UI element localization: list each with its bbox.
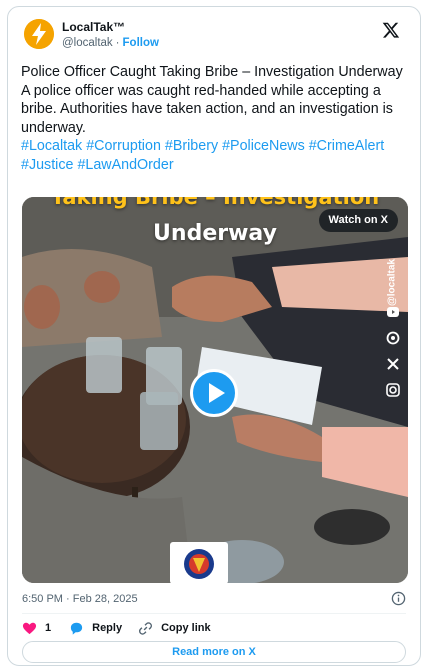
avatar[interactable] [24,19,54,49]
link-icon [139,621,153,635]
x-logo-icon[interactable] [382,21,400,39]
like-button[interactable]: 1 [22,621,51,636]
video-overlay-top: Taking Bribe – Investigation [22,197,408,209]
video-media[interactable]: Taking Bribe – Investigation Underway Wa… [22,197,408,583]
handle-line: @localtak · Follow [62,35,159,52]
hashtags: #Localtak #Corruption #Bribery #PoliceNe… [21,137,411,174]
divider [22,613,406,614]
youtube-icon [386,305,400,319]
display-name[interactable]: LocalTak™ [62,20,159,35]
action-bar: 1 Reply Copy link [22,619,211,637]
timestamp[interactable]: 6:50 PM · Feb 28, 2025 [22,593,138,605]
lightning-bolt-icon [24,19,54,49]
copy-link-label: Copy link [161,622,211,634]
hashtag-link[interactable]: #LawAndOrder [77,157,173,173]
hashtag-link[interactable]: #Bribery [165,138,218,154]
tweet-text: Police Officer Caught Taking Bribe – Inv… [21,63,411,174]
read-more-button[interactable]: Read more on X [22,641,406,663]
hashtag-link[interactable]: #Justice [21,157,73,173]
info-icon[interactable] [391,591,406,606]
instagram-icon [386,383,400,397]
tweet-embed-card: LocalTak™ @localtak · Follow Police Office… [7,6,421,666]
hashtag-link[interactable]: #Corruption [86,138,161,154]
police-emblem-logo [170,542,228,583]
tweet-header: LocalTak™ @localtak · Follow [24,17,408,57]
tweet-body: A police officer was caught red-handed w… [21,82,393,136]
side-brand: @localtak [384,247,400,397]
like-count: 1 [45,622,52,634]
separator: · [115,37,120,49]
reply-label: Reply [92,622,123,634]
overlay-top-text: Taking Bribe – Investigation [50,197,380,209]
follow-button[interactable]: Follow [123,37,159,49]
reply-bubble-icon [71,622,83,635]
copy-link-button[interactable]: Copy link [138,621,211,636]
hashtag-link[interactable]: #Localtak [21,138,82,154]
reply-button[interactable]: Reply [69,621,122,636]
hashtag-link[interactable]: #PoliceNews [222,138,305,154]
play-button[interactable] [190,369,238,417]
handle[interactable]: @localtak [62,37,113,49]
x-small-icon [386,357,400,371]
threads-icon [386,331,400,345]
watch-on-x-button[interactable]: Watch on X [318,209,398,232]
hashtag-link[interactable]: #CrimeAlert [309,138,384,154]
heart-icon [22,622,37,634]
tweet-title: Police Officer Caught Taking Bribe – Inv… [21,64,403,80]
author-info: LocalTak™ @localtak · Follow [62,20,159,52]
